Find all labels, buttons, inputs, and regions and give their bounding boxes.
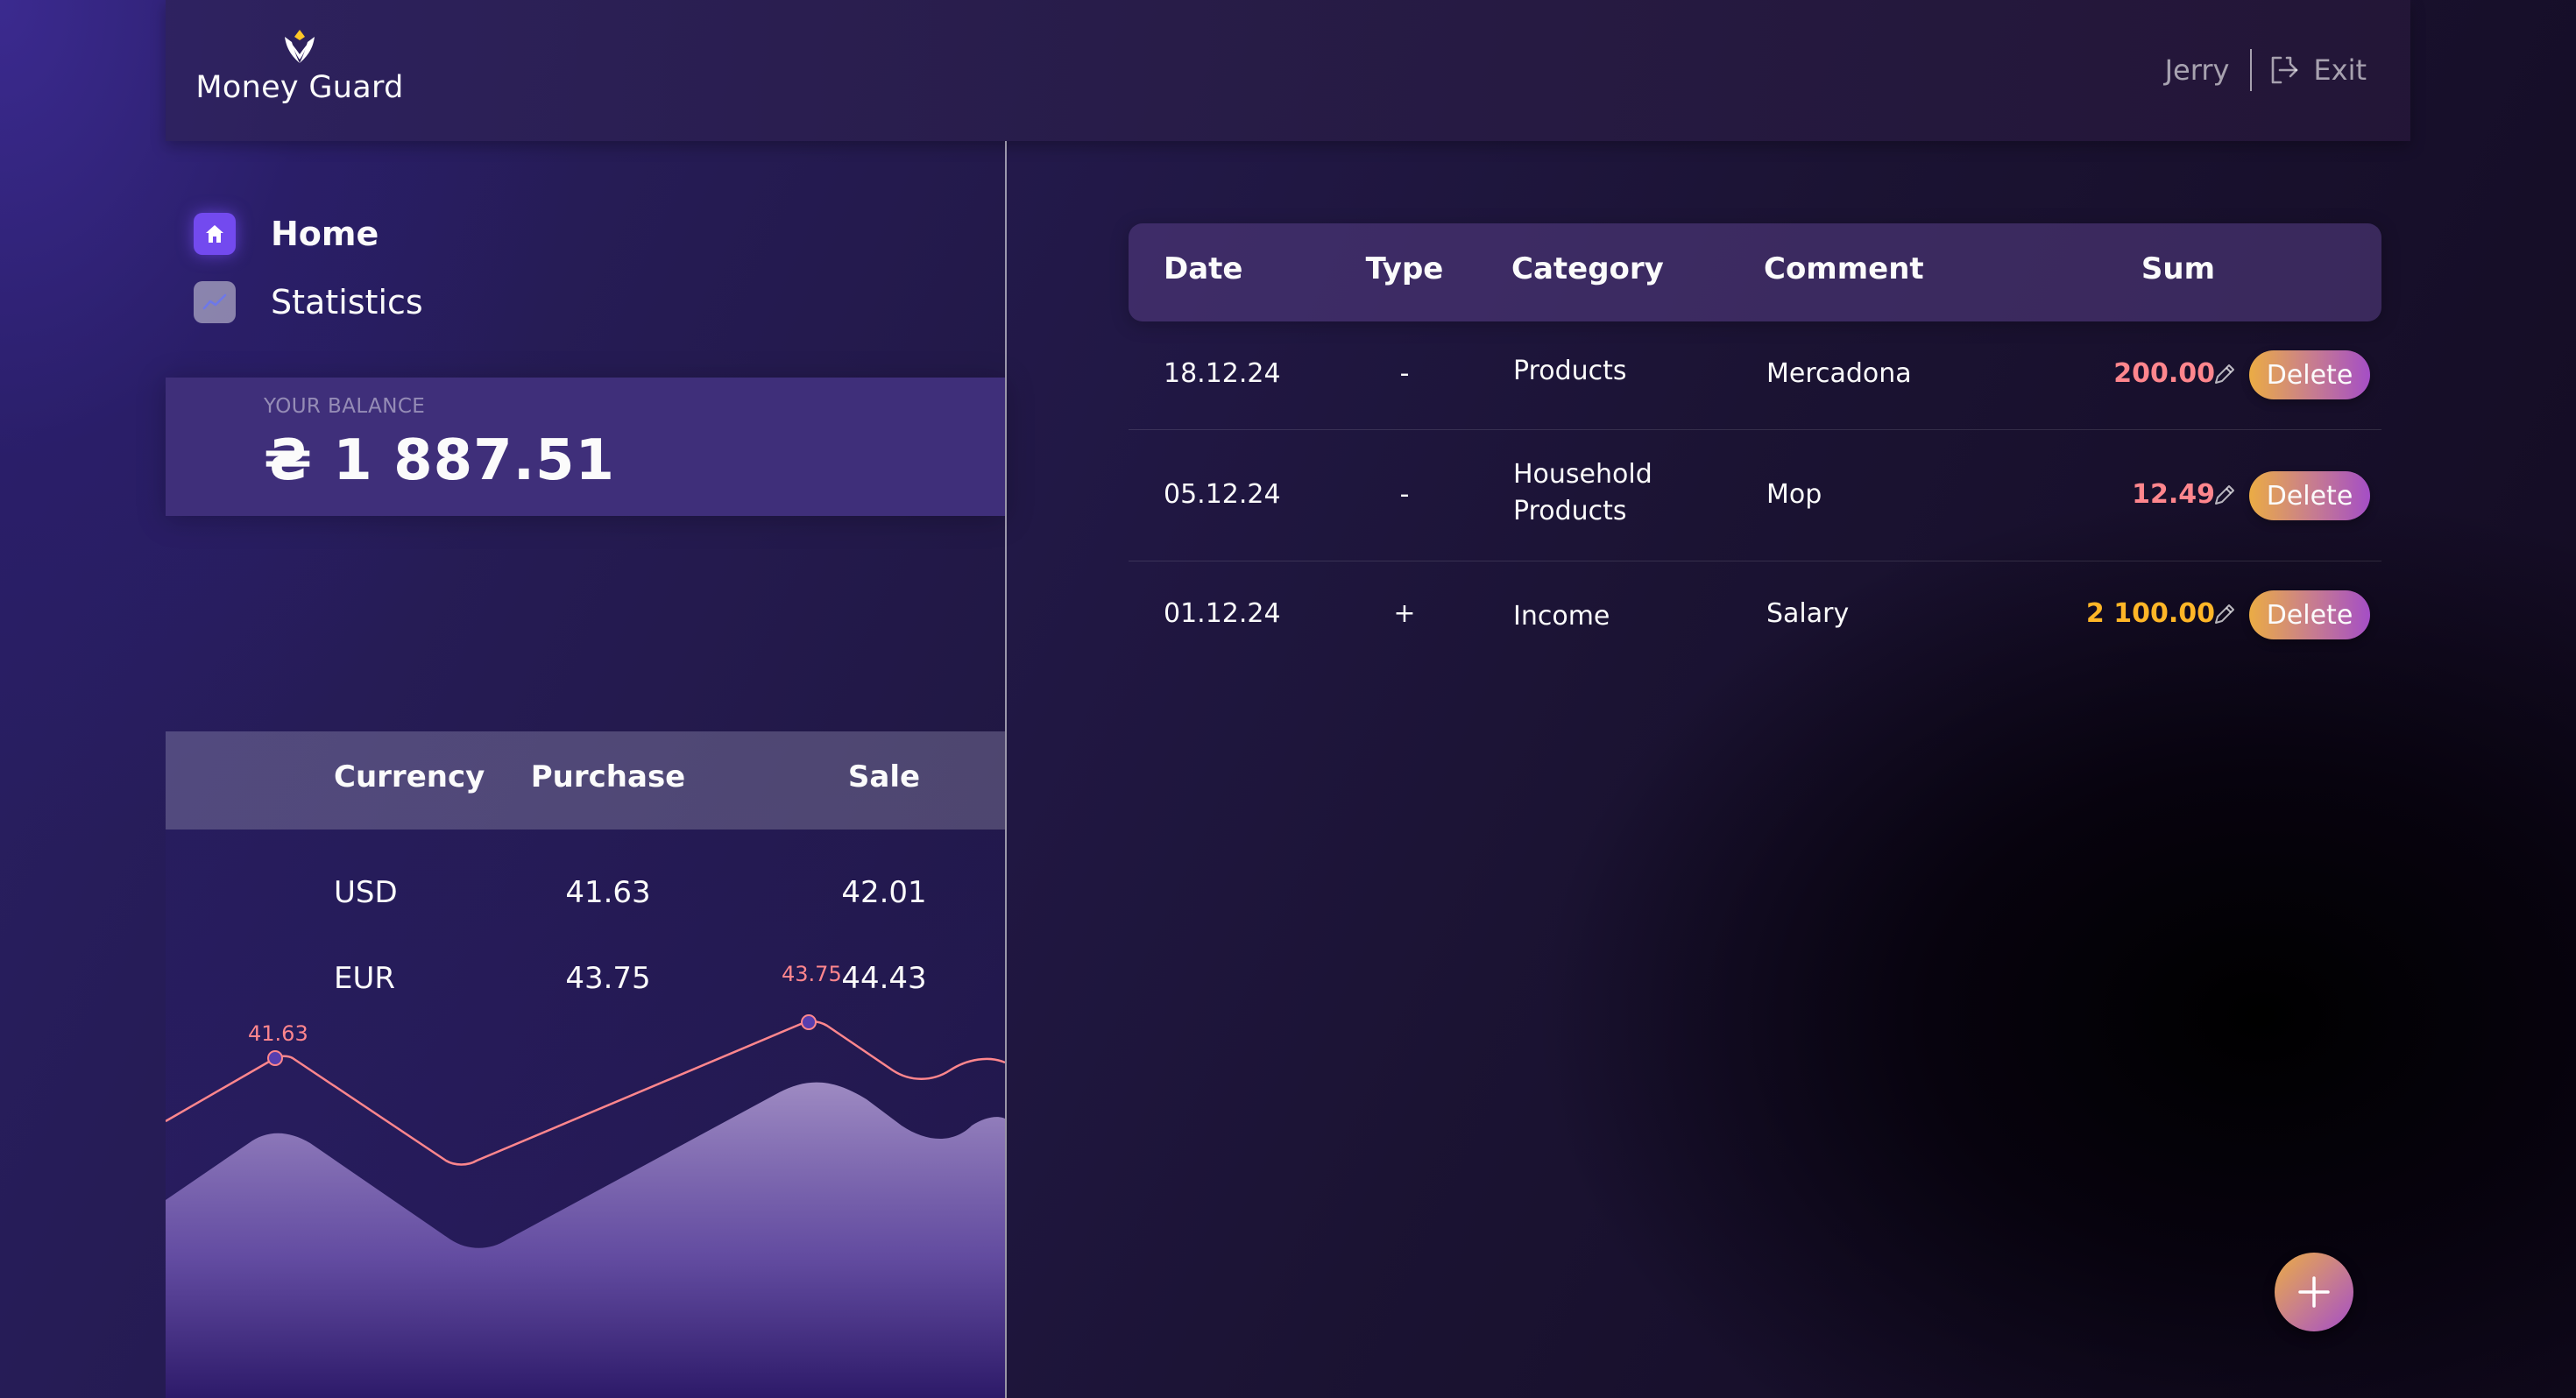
sidebar-item-label: Home [271,215,379,253]
edit-icon[interactable] [2212,361,2238,387]
row-type: - [1399,358,1410,389]
sidebar-item-home[interactable]: Home [194,209,423,258]
edit-icon[interactable] [2212,601,2238,627]
currency-chart [166,1014,1005,1398]
table-row: 18.12.24 - Products Mercadona 200.00 Del… [1129,321,2381,430]
user-divider [2250,49,2253,91]
balance-value: ₴ 1 887.51 [264,428,616,493]
edit-icon[interactable] [2212,482,2238,508]
row-category: Products [1513,356,1627,386]
currency-purchase: 43.75 [565,961,651,996]
row-date: 18.12.24 [1164,358,1281,389]
row-type: + [1393,598,1416,629]
app-name: Money Guard [195,70,404,105]
column-header-category: Category [1511,251,1664,286]
plus-icon [2298,1276,2330,1308]
chart-label-eur: 43.75 [782,962,842,986]
app-header: Money Guard Jerry Exit [166,0,2410,141]
row-sum: 200.00 [2113,358,2215,389]
row-category: Income [1513,601,1610,632]
currency-purchase: 41.63 [565,875,651,910]
row-sum: 2 100.00 [2085,598,2215,629]
row-comment: Mercadona [1766,358,1912,389]
sidebar-item-statistics[interactable]: Statistics [194,278,423,327]
table-row: 01.12.24 + Income Salary 2 100.00 Delete [1129,561,2381,670]
add-transaction-button[interactable] [2275,1253,2353,1331]
exit-label: Exit [2313,53,2367,87]
row-category: Household Products [1513,459,1652,526]
delete-button[interactable]: Delete [2249,471,2370,520]
chart-point-eur [801,1014,817,1030]
row-comment: Mop [1766,479,1822,510]
chart-area [166,1082,1005,1398]
row-comment: Salary [1766,598,1850,629]
transactions-table-header: Date Type Category Comment Sum [1129,223,2381,321]
currency-table-header: Currency Purchase Sale [166,731,1005,830]
user-name: Jerry [2164,53,2230,87]
table-row: 05.12.24 - Household Products Mop 12.49 … [1129,430,2381,561]
currency-sale: 42.01 [841,875,927,910]
delete-button[interactable]: Delete [2249,590,2370,639]
exit-button[interactable]: Exit [2268,53,2367,87]
balance-title: Your balance [264,395,426,418]
column-header-date: Date [1164,251,1243,286]
column-header-type: Type [1365,251,1444,286]
logo-icon [285,30,315,63]
statistics-icon [194,281,236,323]
balance-card: Your balance ₴ 1 887.51 [166,378,1005,516]
currency-code: EUR [334,961,395,996]
delete-button[interactable]: Delete [2249,350,2370,399]
column-header-comment: Comment [1764,251,1924,286]
home-icon [194,213,236,255]
sidebar-nav: Home Statistics [194,209,423,346]
row-date: 01.12.24 [1164,598,1281,629]
sidebar: Home Statistics Your balance ₴ 1 887.51 … [166,141,1007,1398]
user-area: Jerry Exit [2165,47,2367,93]
row-date: 05.12.24 [1164,479,1281,510]
column-header-currency: Currency [334,759,485,794]
chart-label-usd: 41.63 [248,1021,308,1046]
column-header-sum: Sum [2141,251,2215,286]
sidebar-item-label: Statistics [271,283,423,321]
column-header-sale: Sale [847,759,921,794]
row-type: - [1399,479,1410,510]
currency-code: USD [334,875,398,910]
exit-icon [2272,56,2298,84]
logo[interactable]: Money Guard [195,25,405,105]
chart-point-usd [267,1050,283,1066]
row-sum: 12.49 [2132,479,2215,510]
sidebar-divider [1005,141,1007,1398]
currency-table: Currency Purchase Sale USD 41.63 42.01 E… [166,731,1005,1398]
column-header-purchase: Purchase [530,759,686,794]
